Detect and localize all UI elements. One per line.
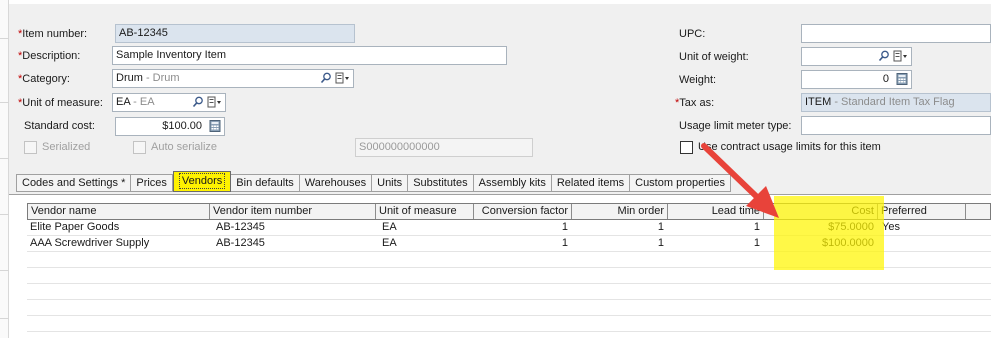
- tab-units[interactable]: Units: [372, 174, 409, 192]
- category-label: *Category:: [18, 73, 70, 85]
- category-field[interactable]: Drum - Drum: [112, 69, 354, 88]
- empty-row: [27, 300, 991, 316]
- cell-min-order: 1: [657, 221, 664, 233]
- serialized-checkbox[interactable]: [24, 140, 37, 154]
- tab-codes-and-settings[interactable]: Codes and Settings *: [16, 174, 132, 192]
- description-field[interactable]: Sample Inventory Item: [112, 46, 507, 65]
- grid-header: Vendor name Vendor item number Unit of m…: [27, 203, 991, 220]
- column-header-preferred[interactable]: Preferred: [878, 204, 966, 219]
- use-contract-checkbox[interactable]: [680, 140, 693, 154]
- unit-of-measure-field[interactable]: EA - EA: [112, 93, 226, 112]
- search-icon[interactable]: [320, 72, 332, 84]
- tab-custom-properties[interactable]: Custom properties: [630, 174, 731, 192]
- tab-warehouses[interactable]: Warehouses: [299, 174, 373, 192]
- item-number-label: *Item number:: [18, 28, 88, 40]
- cell-cost: $100.0000: [822, 237, 874, 249]
- tax-as-field[interactable]: ITEM - Standard Item Tax Flag: [801, 93, 991, 112]
- lookup-menu-icon[interactable]: [207, 96, 222, 108]
- empty-row: [27, 252, 991, 268]
- vendors-grid: Vendor name Vendor item number Unit of m…: [27, 203, 991, 332]
- usage-limit-label: Usage limit meter type:: [679, 120, 792, 132]
- serialized-checkbox-row: Serialized: [24, 140, 90, 154]
- cell-lead-time: 1: [753, 221, 760, 233]
- empty-row: [27, 316, 991, 332]
- table-row[interactable]: Elite Paper Goods AB-12345 EA 1 1 1 $75.…: [27, 220, 991, 236]
- cell-lead-time: 1: [753, 237, 760, 249]
- calculator-icon[interactable]: [896, 73, 908, 85]
- column-header-lead-time[interactable]: Lead time: [668, 204, 764, 219]
- cell-vendor-item-number: AB-12345: [216, 221, 265, 233]
- unit-of-weight-label: Unit of weight:: [679, 51, 749, 63]
- column-header-unit-of-measure[interactable]: Unit of measure: [376, 204, 474, 219]
- weight-field[interactable]: 0: [801, 70, 912, 89]
- cell-unit-of-measure: EA: [382, 221, 397, 233]
- upc-label: UPC:: [679, 28, 706, 40]
- standard-cost-label: Standard cost:: [24, 120, 95, 132]
- auto-serialize-checkbox-row: Auto serialize: [133, 140, 217, 154]
- table-row[interactable]: AAA Screwdriver Supply AB-12345 EA 1 1 1…: [27, 236, 991, 252]
- left-edge-strip: [0, 0, 9, 338]
- tab-assembly-kits[interactable]: Assembly kits: [473, 174, 552, 192]
- column-header-vendor-item-number[interactable]: Vendor item number: [210, 204, 376, 219]
- cell-preferred: Yes: [882, 221, 900, 233]
- tax-as-label: *Tax as:: [675, 97, 715, 109]
- lookup-menu-icon[interactable]: [893, 50, 908, 62]
- tab-bin-defaults[interactable]: Bin defaults: [231, 174, 300, 192]
- tab-prices[interactable]: Prices: [131, 174, 173, 192]
- empty-row: [27, 284, 991, 300]
- weight-label: Weight:: [679, 74, 717, 86]
- item-number-field[interactable]: AB-12345: [115, 24, 355, 43]
- calculator-icon[interactable]: [209, 120, 221, 132]
- usage-limit-field[interactable]: [801, 116, 991, 135]
- cell-cost: $75.0000: [828, 221, 874, 233]
- column-header-cost[interactable]: Cost: [764, 204, 878, 219]
- cell-vendor-name: AAA Screwdriver Supply: [30, 237, 150, 249]
- cell-vendor-name: Elite Paper Goods: [30, 221, 120, 233]
- use-contract-checkbox-row: Use contract usage limits for this item: [680, 140, 881, 154]
- tab-substitutes[interactable]: Substitutes: [408, 174, 474, 192]
- cell-min-order: 1: [657, 237, 664, 249]
- search-icon[interactable]: [192, 96, 204, 108]
- cell-conversion-factor: 1: [561, 221, 568, 233]
- auto-serialize-checkbox[interactable]: [133, 140, 146, 154]
- search-icon[interactable]: [878, 50, 890, 62]
- column-header-conversion-factor[interactable]: Conversion factor: [474, 204, 572, 219]
- column-header-min-order[interactable]: Min order: [572, 204, 668, 219]
- tab-vendors[interactable]: Vendors: [172, 171, 232, 192]
- item-tabs: Codes and Settings * Prices Vendors Bin …: [16, 171, 731, 192]
- vendors-grid-area: Vendor name Vendor item number Unit of m…: [9, 194, 991, 338]
- empty-row: [27, 268, 991, 284]
- unit-of-measure-label: *Unit of measure:: [18, 97, 103, 109]
- description-label: *Description:: [18, 50, 81, 62]
- tab-related-items[interactable]: Related items: [551, 174, 631, 192]
- column-header-vendor-name[interactable]: Vendor name: [28, 204, 210, 219]
- unit-of-weight-field[interactable]: [801, 47, 912, 66]
- cell-unit-of-measure: EA: [382, 237, 397, 249]
- cell-vendor-item-number: AB-12345: [216, 237, 265, 249]
- cell-preferred: [879, 236, 965, 252]
- standard-cost-field[interactable]: $100.00: [115, 117, 225, 136]
- lookup-menu-icon[interactable]: [335, 72, 350, 84]
- upc-field[interactable]: [801, 24, 991, 43]
- cell-conversion-factor: 1: [561, 237, 568, 249]
- serial-number-field: S000000000000: [355, 138, 533, 157]
